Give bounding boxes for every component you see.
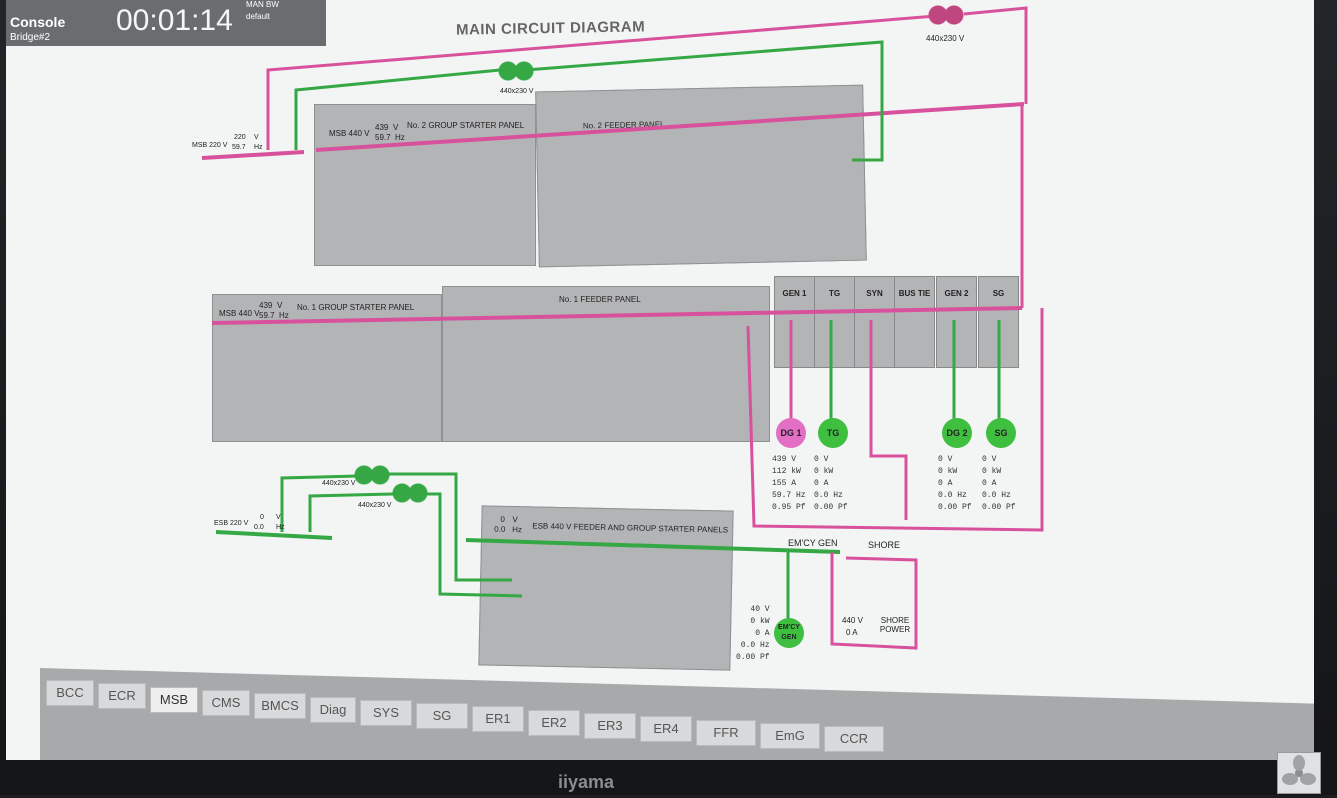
tab-er4[interactable]: ER4 xyxy=(640,716,692,743)
generator-indicator[interactable]: TG xyxy=(818,418,848,448)
tab-sg[interactable]: SG xyxy=(416,703,468,730)
readout-value: 0 A xyxy=(982,479,997,488)
readout-value: 0 kW xyxy=(750,617,770,626)
syn-feeder xyxy=(869,320,908,520)
tab-msb[interactable]: MSB xyxy=(150,686,198,713)
transformer-label: 440x230 V xyxy=(322,480,356,487)
shore-voltage: 440 V xyxy=(842,616,863,625)
readout-value: 0.00 Pf xyxy=(736,653,770,662)
transformer-label: 440x230 V xyxy=(358,502,392,509)
monitor-brand: iiyama xyxy=(558,772,615,792)
readout-value: 155 A xyxy=(772,479,797,488)
unit-label: V xyxy=(254,134,259,141)
msb220-voltage: 220 xyxy=(234,134,246,141)
tab-emg[interactable]: EmG xyxy=(760,722,820,749)
esb-440-busbar xyxy=(465,538,841,554)
emcy-gen-readout: 40 V 0 kW 0 A 0.0 Hz 0.00 Pf xyxy=(736,604,770,664)
generator-indicator[interactable]: DG 1 xyxy=(776,418,806,448)
msb220-bus xyxy=(201,150,305,160)
msb220-frequency: 59.7 xyxy=(232,144,246,151)
unit-label: Hz xyxy=(254,144,263,151)
readout-value: 0 V xyxy=(814,455,829,464)
transformer-label: 440x230 V xyxy=(926,34,965,43)
readout-value: 59.7 Hz xyxy=(772,491,806,500)
msb-no2-busbar xyxy=(315,102,1025,152)
shore-label: SHORE xyxy=(868,540,901,550)
readout-value: 0 kW xyxy=(938,467,958,476)
readout-value: 0 kW xyxy=(982,467,1002,476)
transformer-icon[interactable] xyxy=(926,4,966,26)
tab-cms[interactable]: CMS xyxy=(202,689,250,716)
emcy-gen-circle-label: EM'CY GEN xyxy=(778,624,800,641)
generator-readout: 0 V 0 kW 0 A 0.0 Hz 0.00 Pf xyxy=(938,454,972,514)
readout-value: 0 V xyxy=(982,455,997,464)
transformer-label: 440x230 V xyxy=(500,88,534,95)
generator-indicator[interactable]: SG xyxy=(986,418,1016,448)
msb-no1-busbar xyxy=(211,306,1023,325)
generator-indicator[interactable]: DG 2 xyxy=(942,418,972,448)
readout-value: 112 kW xyxy=(772,467,801,476)
readout-value: 0.0 Hz xyxy=(938,491,967,500)
unit-label: Hz xyxy=(276,524,285,531)
screen: Console Bridge#2 00:01:14 MAN BW default… xyxy=(6,0,1314,760)
top-green-feeder xyxy=(294,68,501,150)
readout-value: 0 A xyxy=(755,629,770,638)
tab-ecr[interactable]: ECR xyxy=(98,683,146,710)
transformer-icon[interactable] xyxy=(496,60,536,82)
readout-value: 0.0 Hz xyxy=(814,491,843,500)
esb220-frequency: 0.0 xyxy=(254,524,264,531)
fan-logo-icon xyxy=(1277,752,1321,794)
esb220-label: ESB 220 V xyxy=(214,520,249,527)
readout-value: 0 A xyxy=(814,479,829,488)
shore-current: 0 A xyxy=(846,628,858,637)
tab-ffr[interactable]: FFR xyxy=(696,719,756,746)
readout-value: 439 V xyxy=(772,455,797,464)
tab-bcc[interactable]: BCC xyxy=(46,680,94,706)
readout-value: 0 A xyxy=(938,479,953,488)
shore-power-label: SHORE POWER xyxy=(879,616,911,634)
emcy-gen-label: EM'CY GEN xyxy=(788,538,838,548)
readout-value: 0.0 Hz xyxy=(740,641,770,650)
readout-value: 40 V xyxy=(750,605,770,614)
tab-er3[interactable]: ER3 xyxy=(584,713,636,739)
emcy-gen-indicator[interactable]: EM'CY GEN xyxy=(774,618,804,648)
transformer-icon[interactable] xyxy=(352,464,392,486)
top-green-feeder-right xyxy=(525,40,884,162)
top-pink-feeder-right xyxy=(963,6,1028,104)
transformer-icon[interactable] xyxy=(390,482,430,504)
readout-value: 0.00 Pf xyxy=(814,503,848,512)
tab-er1[interactable]: ER1 xyxy=(472,706,524,733)
tab-ccr[interactable]: CCR xyxy=(824,726,884,753)
circuit-lines xyxy=(201,6,1044,650)
msb220-label: MSB 220 V xyxy=(192,142,228,149)
readout-value: 0 V xyxy=(938,455,953,464)
readout-value: 0.00 Pf xyxy=(982,503,1016,512)
tab-bmcs[interactable]: BMCS xyxy=(254,693,306,720)
esb220-bus xyxy=(215,530,333,540)
unit-label: V xyxy=(276,514,281,521)
readout-value: 0.00 Pf xyxy=(938,503,972,512)
generator-readout: 0 V 0 kW 0 A 0.0 Hz 0.00 Pf xyxy=(982,454,1016,514)
tab-sys[interactable]: SYS xyxy=(360,699,412,726)
monitor-bezel: Console Bridge#2 00:01:14 MAN BW default… xyxy=(0,0,1337,795)
esb220-voltage: 0 xyxy=(260,514,264,521)
readout-value: 0.95 Pf xyxy=(772,503,806,512)
tab-er2[interactable]: ER2 xyxy=(528,709,580,736)
readout-value: 0.0 Hz xyxy=(982,491,1011,500)
tab-diag[interactable]: Diag xyxy=(310,696,356,723)
readout-value: 0 kW xyxy=(814,467,834,476)
generator-readout: 439 V 112 kW 155 A 59.7 Hz 0.95 Pf xyxy=(772,454,806,514)
esb-green-line-2 xyxy=(308,492,395,532)
generator-readout: 0 V 0 kW 0 A 0.0 Hz 0.00 Pf xyxy=(814,454,848,514)
